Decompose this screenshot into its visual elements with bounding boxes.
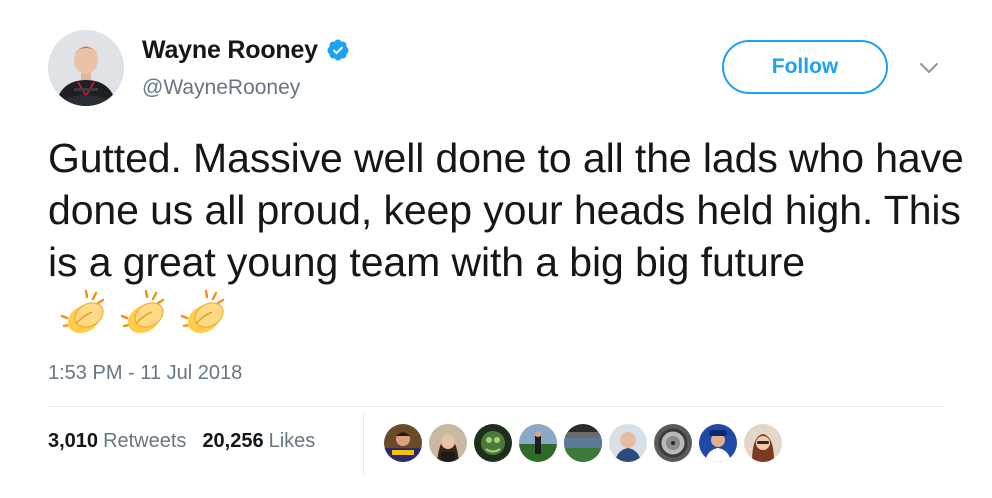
liker-avatar[interactable]: [609, 424, 647, 462]
liker-avatar[interactable]: [654, 424, 692, 462]
liker-avatar[interactable]: [384, 424, 422, 462]
liker-avatar[interactable]: [699, 424, 737, 462]
likes-stat[interactable]: 20,256 Likes: [202, 430, 315, 453]
liker-avatar[interactable]: [519, 424, 557, 462]
retweets-label: Retweets: [103, 430, 187, 452]
tweet-card: Wayne Rooney @WayneRooney Follow Gutted.…: [0, 0, 992, 498]
follow-button[interactable]: Follow: [722, 40, 888, 94]
author-handle[interactable]: @WayneRooney: [142, 76, 300, 100]
liker-avatars: [384, 424, 789, 462]
liker-avatar[interactable]: [429, 424, 467, 462]
stats-separator: [363, 412, 364, 474]
clapping-hands-icon: [120, 289, 165, 334]
tweet-timestamp[interactable]: 1:53 PM - 11 Jul 2018: [48, 362, 242, 385]
clapping-hands-icon: [60, 289, 105, 334]
likes-label: Likes: [268, 430, 316, 452]
tweet-stats: 3,010 Retweets 20,256 Likes: [48, 430, 331, 453]
liker-avatar[interactable]: [474, 424, 512, 462]
retweets-stat[interactable]: 3,010 Retweets: [48, 430, 186, 453]
likes-count: 20,256: [202, 430, 264, 452]
stats-divider: [48, 406, 944, 407]
author-name-row[interactable]: Wayne Rooney: [142, 34, 350, 66]
retweets-count: 3,010: [48, 430, 99, 452]
liker-avatar[interactable]: [744, 424, 782, 462]
chevron-down-icon[interactable]: [918, 60, 940, 76]
author-display-name[interactable]: Wayne Rooney: [142, 36, 318, 65]
emoji-row: [56, 288, 236, 338]
clapping-hands-icon: [180, 289, 225, 334]
verified-badge-icon: [327, 39, 349, 61]
tweet-text: Gutted. Massive well done to all the lad…: [48, 132, 968, 344]
author-avatar[interactable]: [48, 30, 124, 106]
tweet-body-text: Gutted. Massive well done to all the lad…: [48, 135, 964, 285]
liker-avatar[interactable]: [564, 424, 602, 462]
